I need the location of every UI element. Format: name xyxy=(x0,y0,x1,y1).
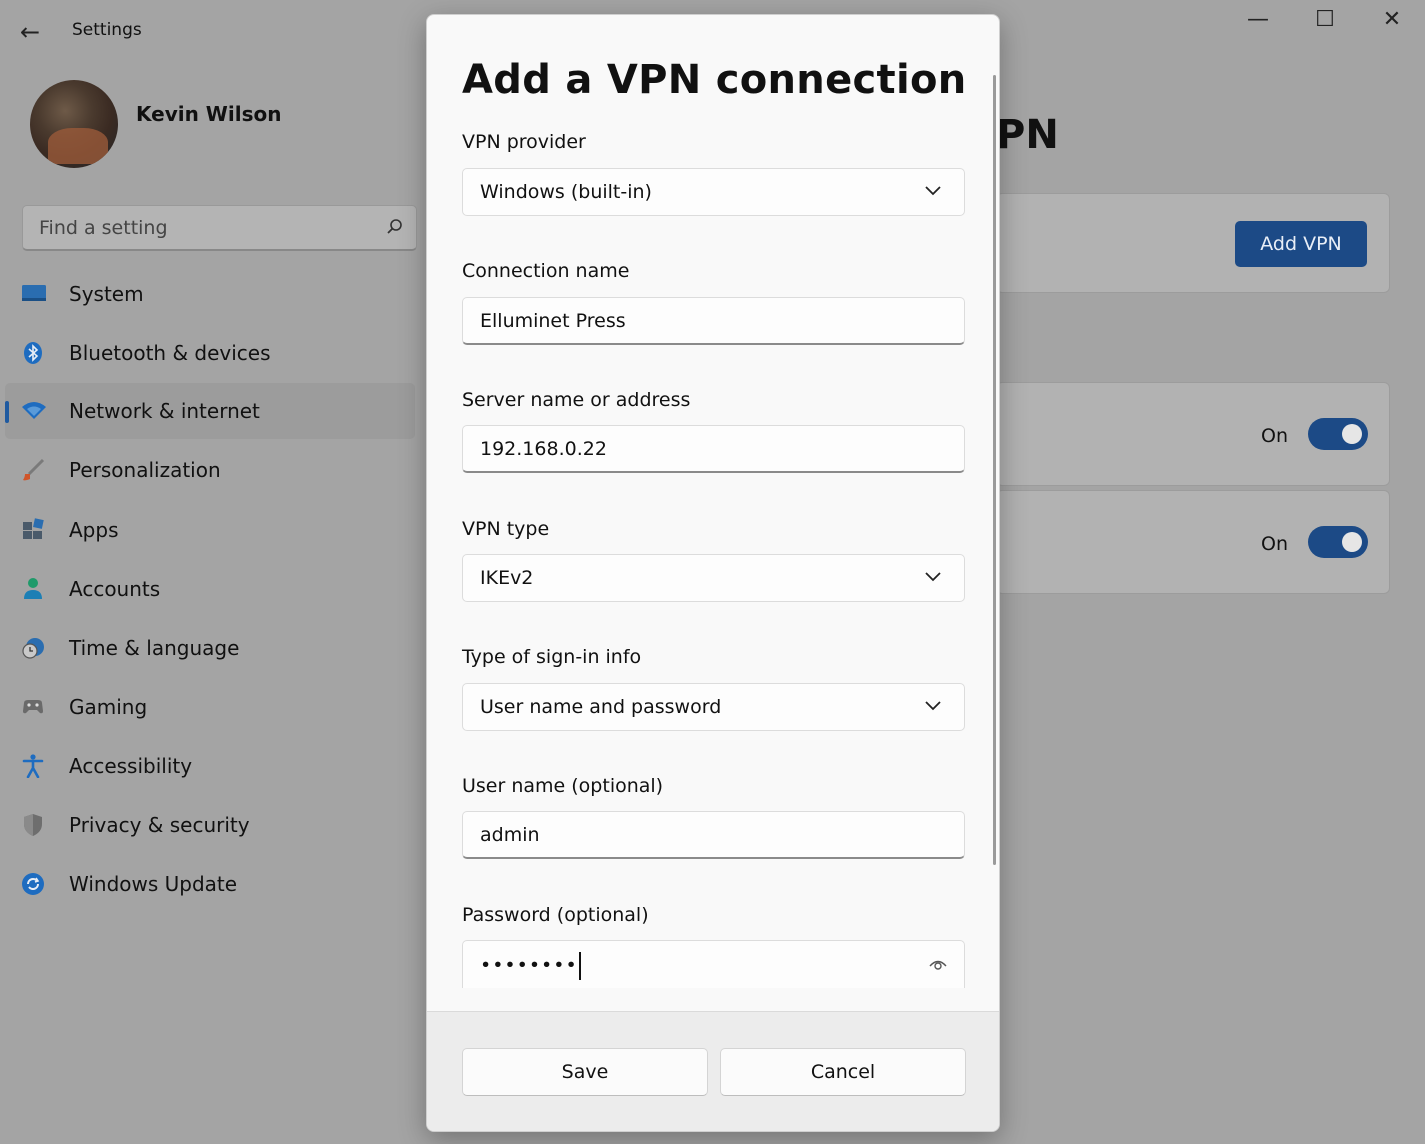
sidebar-item-accounts[interactable]: Accounts xyxy=(5,561,415,617)
search-input[interactable] xyxy=(23,206,416,249)
setting-card: On xyxy=(996,382,1390,486)
wifi-icon xyxy=(21,399,47,423)
avatar[interactable] xyxy=(30,80,118,168)
gamepad-icon xyxy=(21,695,47,719)
sidebar-item-label: Windows Update xyxy=(69,872,238,896)
chevron-down-icon xyxy=(924,696,942,714)
sidebar-item-label: Time & language xyxy=(69,636,240,660)
signin-type-label: Type of sign-in info xyxy=(462,646,642,668)
account-icon xyxy=(21,577,47,601)
sidebar-item-accessibility[interactable]: Accessibility xyxy=(5,738,415,794)
sidebar-item-gaming[interactable]: Gaming xyxy=(5,679,415,735)
sidebar-item-label: Personalization xyxy=(69,458,221,482)
sidebar-item-privacy[interactable]: Privacy & security xyxy=(5,797,415,853)
selection-indicator xyxy=(5,401,9,423)
text-cursor xyxy=(578,952,581,980)
server-address-label: Server name or address xyxy=(462,389,691,411)
brush-icon xyxy=(21,458,47,482)
password-label: Password (optional) xyxy=(462,904,649,926)
signin-type-value: User name and password xyxy=(480,696,722,718)
shield-icon xyxy=(21,813,47,837)
vpn-type-label: VPN type xyxy=(462,518,550,540)
sidebar-item-label: Apps xyxy=(69,518,119,542)
sidebar-item-label: Privacy & security xyxy=(69,813,250,837)
scrollbar[interactable] xyxy=(993,75,996,865)
close-button[interactable]: ✕ xyxy=(1364,6,1420,36)
add-vpn-button[interactable]: Add VPN xyxy=(1235,221,1367,267)
sidebar-item-personalization[interactable]: Personalization xyxy=(5,442,415,498)
connection-name-label: Connection name xyxy=(462,260,630,282)
sidebar-item-label: Accounts xyxy=(69,577,161,601)
server-address-value: 192.168.0.22 xyxy=(480,438,607,460)
sidebar-item-label: Accessibility xyxy=(69,754,193,778)
reveal-password-icon[interactable] xyxy=(928,954,948,974)
system-icon xyxy=(21,282,47,306)
add-vpn-dialog: Add a VPN connection VPN provider Window… xyxy=(426,14,1000,1132)
app-title: Settings xyxy=(72,20,142,40)
vpn-provider-label: VPN provider xyxy=(462,131,586,153)
sidebar-item-label: Network & internet xyxy=(69,399,260,423)
toggle-state-label: On xyxy=(1261,425,1288,447)
username-field[interactable]: admin xyxy=(462,811,965,859)
vpn-type-value: IKEv2 xyxy=(480,567,534,589)
cancel-button[interactable]: Cancel xyxy=(720,1048,966,1096)
update-icon xyxy=(21,872,47,896)
bluetooth-icon xyxy=(21,341,47,365)
setting-card: On xyxy=(996,490,1390,594)
server-address-field[interactable]: 192.168.0.22 xyxy=(462,425,965,473)
sidebar-item-label: System xyxy=(69,282,144,306)
password-value: •••••••• xyxy=(480,954,578,977)
search-box[interactable] xyxy=(22,205,417,251)
toggle-switch[interactable] xyxy=(1308,418,1368,450)
profile-name: Kevin Wilson xyxy=(136,102,282,126)
username-value: admin xyxy=(480,824,540,846)
vpn-provider-value: Windows (built-in) xyxy=(480,181,652,203)
vpn-provider-dropdown[interactable]: Windows (built-in) xyxy=(462,168,965,216)
password-field[interactable]: •••••••• xyxy=(462,940,965,988)
save-button[interactable]: Save xyxy=(462,1048,708,1096)
chevron-down-icon xyxy=(924,567,942,585)
signin-type-dropdown[interactable]: User name and password xyxy=(462,683,965,731)
vpn-connections-card: Add VPN xyxy=(996,193,1390,293)
dialog-title: Add a VPN connection xyxy=(462,57,967,103)
toggle-state-label: On xyxy=(1261,533,1288,555)
page-title: PN xyxy=(996,112,1059,158)
sidebar-item-apps[interactable]: Apps xyxy=(5,502,415,558)
dialog-footer: Save Cancel xyxy=(427,1011,999,1131)
chevron-down-icon xyxy=(924,181,942,199)
search-icon[interactable] xyxy=(386,218,404,241)
vpn-type-dropdown[interactable]: IKEv2 xyxy=(462,554,965,602)
apps-icon xyxy=(21,518,47,542)
back-arrow-icon[interactable]: ← xyxy=(20,18,48,46)
connection-name-value: Elluminet Press xyxy=(480,310,626,332)
sidebar-item-windows-update[interactable]: Windows Update xyxy=(5,856,415,912)
sidebar-item-network[interactable]: Network & internet xyxy=(5,383,415,439)
toggle-switch[interactable] xyxy=(1308,526,1368,558)
sidebar-item-label: Gaming xyxy=(69,695,148,719)
sidebar-item-bluetooth[interactable]: Bluetooth & devices xyxy=(5,325,415,381)
sidebar-item-time-language[interactable]: Time & language xyxy=(5,620,415,676)
sidebar-item-system[interactable]: System xyxy=(5,266,415,322)
username-label: User name (optional) xyxy=(462,775,664,797)
accessibility-icon xyxy=(21,754,47,779)
maximize-button[interactable]: ☐ xyxy=(1297,6,1353,36)
sidebar-item-label: Bluetooth & devices xyxy=(69,341,271,365)
connection-name-field[interactable]: Elluminet Press xyxy=(462,297,965,345)
minimize-button[interactable]: — xyxy=(1230,6,1286,36)
clock-globe-icon xyxy=(21,636,47,660)
